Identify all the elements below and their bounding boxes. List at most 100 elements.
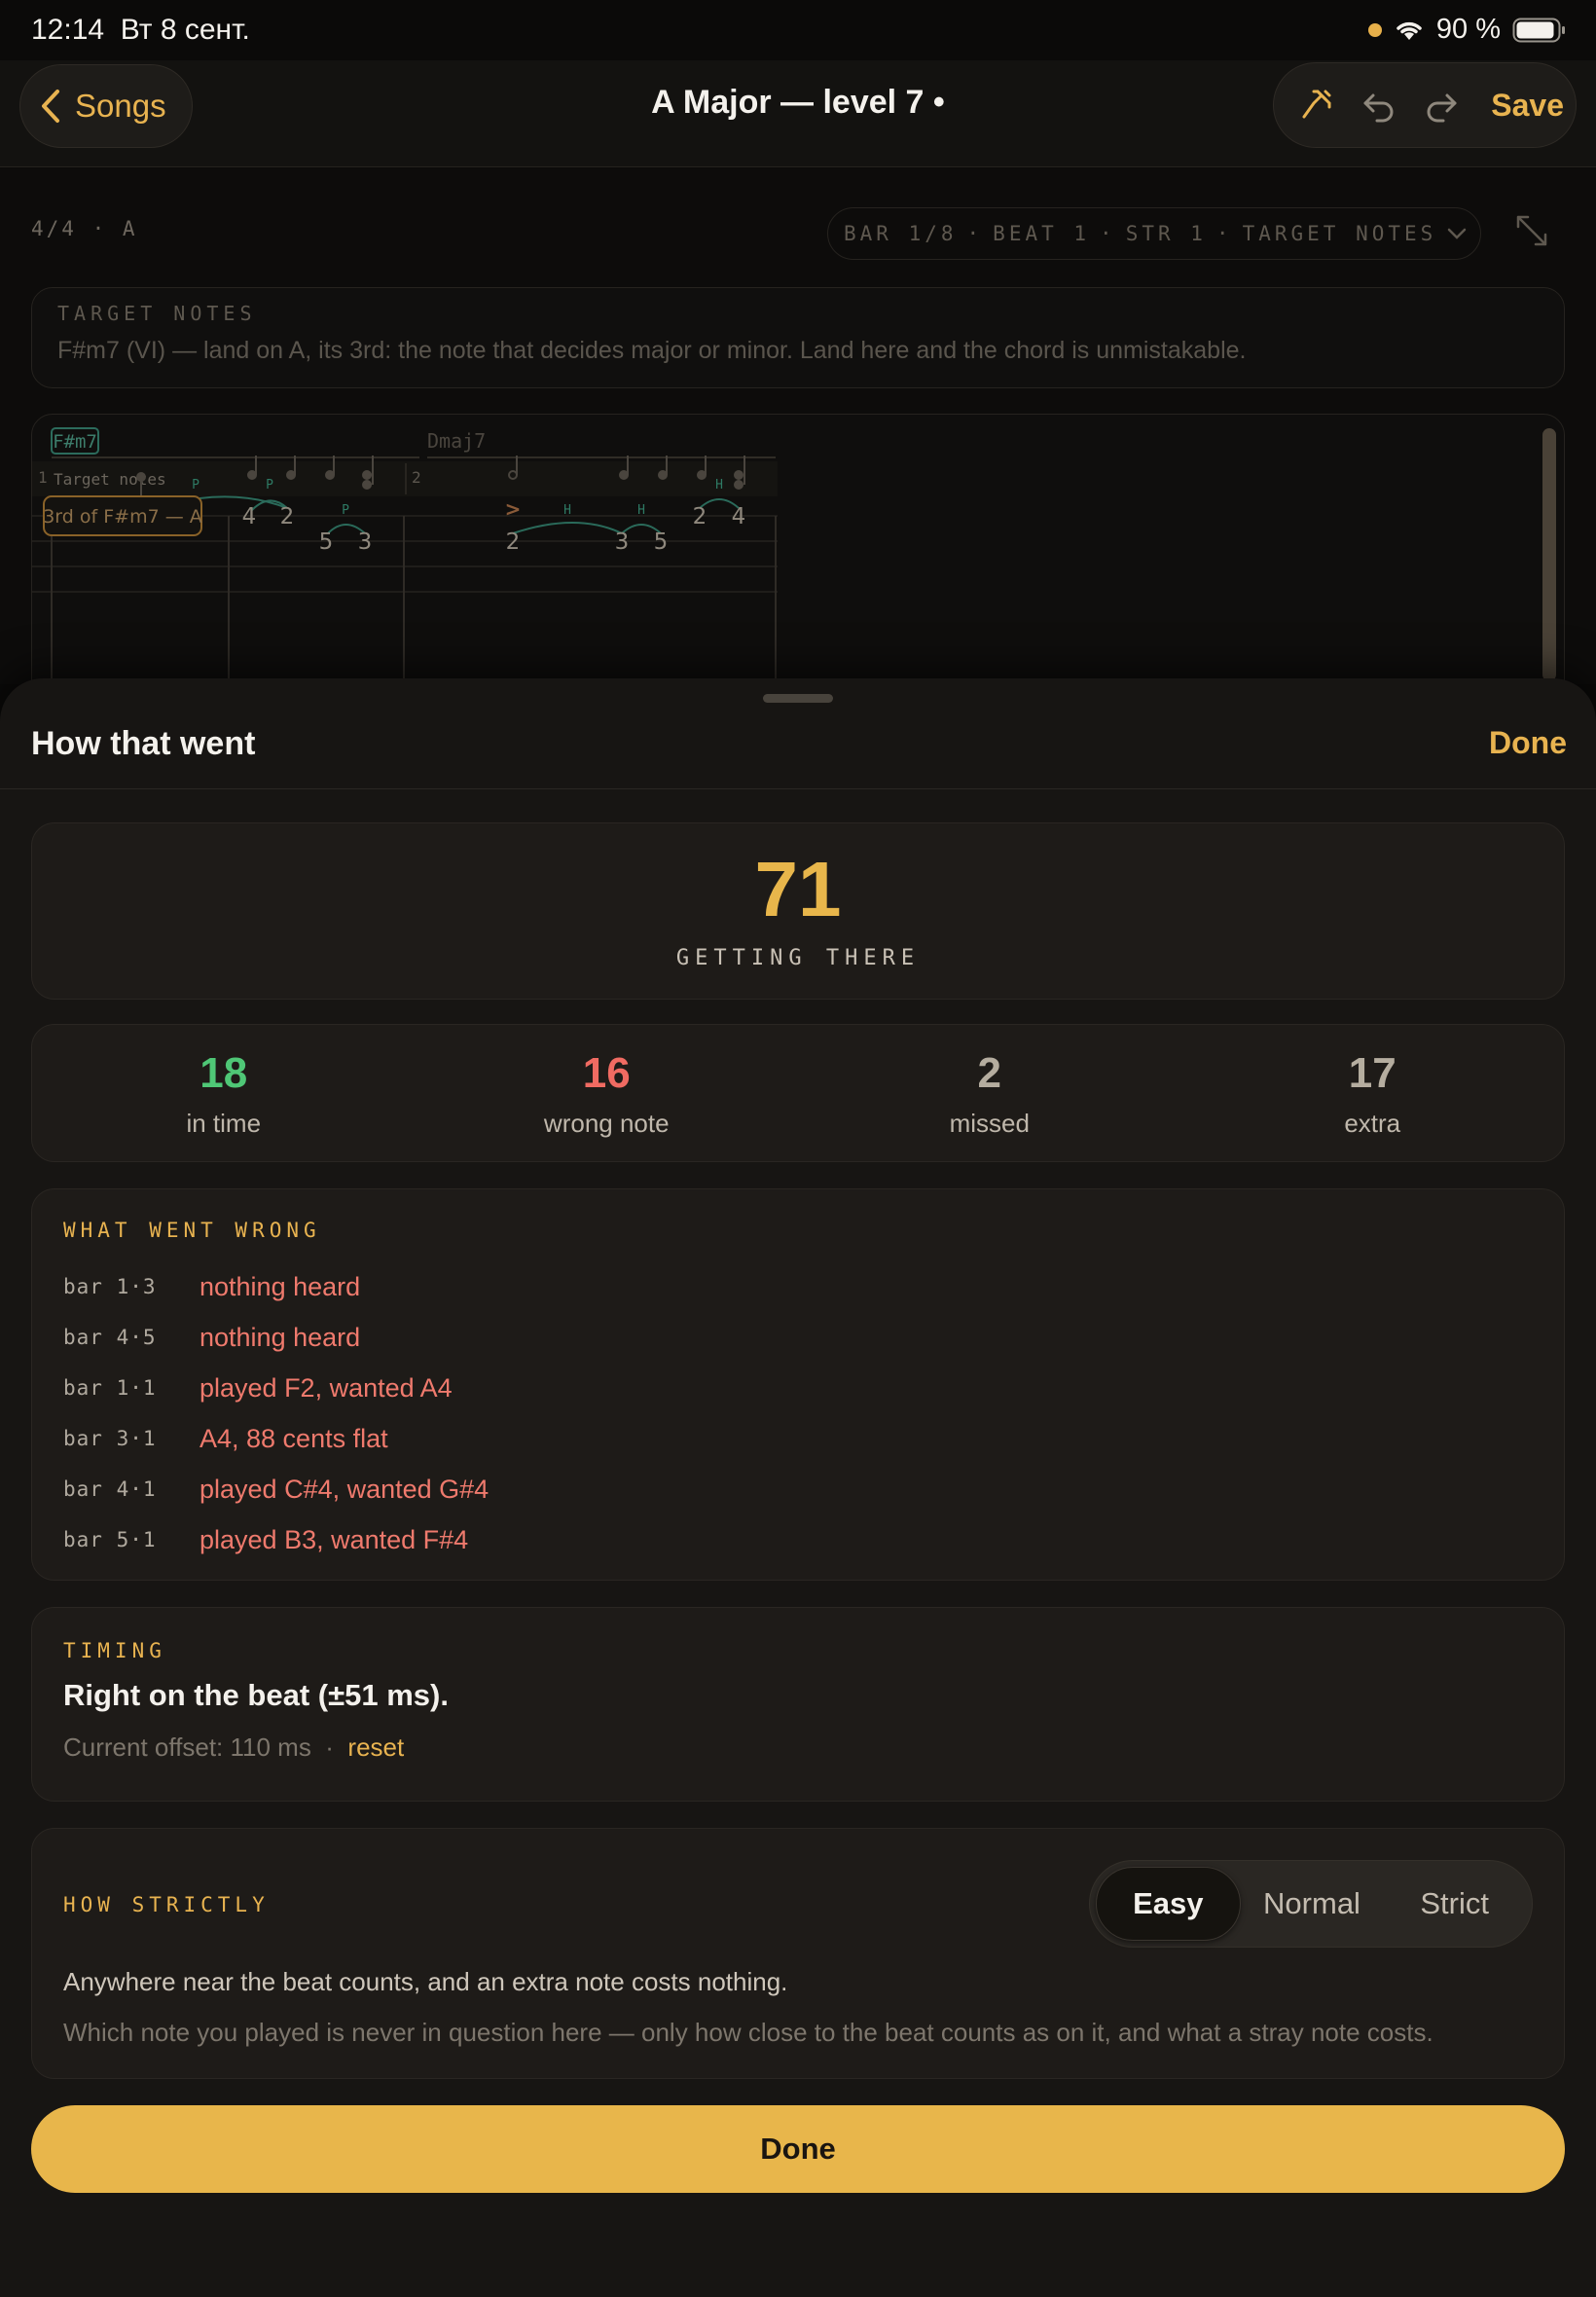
stat-value: 17 xyxy=(1348,1049,1396,1097)
svg-text:P: P xyxy=(266,478,273,492)
mistake-item[interactable]: bar 3·1 A4, 88 cents flat xyxy=(63,1413,1533,1464)
mistake-description: played F2, wanted A4 xyxy=(200,1372,453,1403)
recording-dot-icon xyxy=(1367,22,1382,37)
mistakes-list: bar 1·3 nothing heard bar 4·5 nothing he… xyxy=(63,1261,1533,1565)
time-key-signature: 4/4 · A xyxy=(31,217,138,240)
sheet-done-button[interactable]: Done xyxy=(1489,725,1567,761)
mistake-item[interactable]: bar 4·1 played C#4, wanted G#4 xyxy=(63,1464,1533,1514)
mistakes-label: WHAT WENT WRONG xyxy=(63,1219,321,1242)
strictness-note: Which note you played is never in questi… xyxy=(63,2018,1433,2047)
done-button[interactable]: Done xyxy=(31,2105,1565,2193)
battery-percent: 90 % xyxy=(1435,14,1501,45)
tab-editor: 4/4 · A BAR 1/8 · BEAT 1 · STR 1 · TARGE… xyxy=(0,168,1596,706)
wifi-icon xyxy=(1396,21,1422,40)
sheet-grabber[interactable] xyxy=(763,694,833,703)
stat-value: 16 xyxy=(582,1049,631,1097)
battery-icon xyxy=(1512,18,1565,42)
stat-label: extra xyxy=(1344,1109,1401,1138)
timing-label: TIMING xyxy=(63,1639,166,1662)
svg-text:5: 5 xyxy=(319,529,334,555)
strictness-label: HOW STRICTLY xyxy=(63,1893,270,1916)
undo-icon xyxy=(1363,93,1394,123)
redo-button[interactable] xyxy=(1421,82,1462,128)
chord-label-2: Dmaj7 xyxy=(427,429,486,453)
stat-in-time: 18 in time xyxy=(32,1025,416,1161)
strictness-segmented-control: Easy Normal Strict xyxy=(1089,1860,1533,1948)
strictness-description: Anywhere near the beat counts, and an ex… xyxy=(63,1967,788,1996)
stat-wrong-note: 16 wrong note xyxy=(416,1025,799,1161)
score-label: GETTING THERE xyxy=(675,946,921,970)
mistake-item[interactable]: bar 1·3 nothing heard xyxy=(63,1261,1533,1312)
stat-value: 18 xyxy=(200,1049,248,1097)
timing-card: TIMING Right on the beat (±51 ms). Curre… xyxy=(31,1607,1565,1802)
position-beat: BEAT 1 xyxy=(993,222,1091,245)
mistake-item[interactable]: bar 4·5 nothing heard xyxy=(63,1312,1533,1363)
mistake-position: bar 5·1 xyxy=(63,1528,157,1551)
tuning-fork-icon xyxy=(1302,90,1331,119)
mistake-description: nothing heard xyxy=(200,1322,361,1352)
position-selector[interactable]: BAR 1/8 · BEAT 1 · STR 1 · TARGET NOTES xyxy=(827,207,1481,260)
mistake-position: bar 4·1 xyxy=(63,1477,157,1501)
mistake-position: bar 4·5 xyxy=(63,1326,157,1349)
position-bar: BAR 1/8 xyxy=(844,222,958,245)
stat-label: missed xyxy=(949,1109,1030,1138)
target-notes-label: TARGET NOTES xyxy=(57,302,257,325)
nav-actions: Save xyxy=(1273,62,1577,148)
mistake-item[interactable]: bar 5·1 played B3, wanted F#4 xyxy=(63,1514,1533,1565)
expand-button[interactable] xyxy=(1512,211,1551,255)
redo-icon xyxy=(1427,93,1457,123)
svg-text:4: 4 xyxy=(732,504,746,529)
expand-icon xyxy=(1516,215,1547,246)
reset-offset-link[interactable]: reset xyxy=(347,1732,404,1762)
undo-button[interactable] xyxy=(1358,82,1398,128)
position-string: STR 1 xyxy=(1125,222,1207,245)
tuning-fork-button[interactable] xyxy=(1295,82,1336,128)
mistake-position: bar 1·1 xyxy=(63,1376,157,1400)
position-mode: TARGET NOTES xyxy=(1242,222,1437,245)
bar-title: Target notes xyxy=(54,470,166,489)
svg-text:P: P xyxy=(192,478,200,492)
svg-text:P: P xyxy=(342,503,349,518)
mistake-item[interactable]: bar 1·1 played F2, wanted A4 xyxy=(63,1363,1533,1413)
nav-bar: Songs A Major — level 7 • Save xyxy=(0,60,1596,167)
svg-text:H: H xyxy=(637,503,645,518)
chevron-down-icon xyxy=(1448,228,1467,239)
mistake-description: played C#4, wanted G#4 xyxy=(200,1474,490,1504)
mistakes-card: WHAT WENT WRONG bar 1·3 nothing heard ba… xyxy=(31,1188,1565,1581)
bar-number-1: 1 xyxy=(38,468,48,487)
mistake-position: bar 3·1 xyxy=(63,1427,157,1450)
timing-offset: Current offset: 110 ms xyxy=(63,1732,311,1762)
segment-strict[interactable]: Strict xyxy=(1383,1867,1526,1941)
svg-text:3: 3 xyxy=(615,529,630,555)
status-time: 12:14 Вт 8 сент. xyxy=(31,14,250,46)
status-right: 90 % xyxy=(1367,14,1567,46)
svg-text:5: 5 xyxy=(654,529,669,555)
svg-text:4: 4 xyxy=(242,504,257,529)
svg-text:3: 3 xyxy=(358,529,373,555)
stat-value: 2 xyxy=(977,1049,1001,1097)
segment-easy[interactable]: Easy xyxy=(1096,1867,1241,1941)
accent-mark: > xyxy=(505,497,522,521)
stat-extra: 17 extra xyxy=(1181,1025,1565,1161)
fret-numbers: 4 2 2 4 5 3 2 3 5 xyxy=(242,504,746,555)
stats-card: 18 in time 16 wrong note 2 missed 17 ext… xyxy=(31,1024,1565,1162)
svg-text:H: H xyxy=(563,503,571,518)
mistake-description: nothing heard xyxy=(200,1271,361,1301)
svg-text:H: H xyxy=(715,478,723,492)
results-sheet: How that went Done 71 GETTING THERE 18 i… xyxy=(0,678,1596,2297)
separator: · xyxy=(325,1732,334,1762)
stat-label: in time xyxy=(186,1109,262,1138)
timing-summary: Right on the beat (±51 ms). xyxy=(63,1678,449,1712)
chord-label-1: F#m7 xyxy=(53,431,97,453)
scrollbar[interactable] xyxy=(1542,428,1556,681)
sheet-title: How that went xyxy=(31,725,256,762)
save-button[interactable]: Save xyxy=(1491,88,1564,124)
sheet-header: How that went Done xyxy=(0,708,1596,789)
svg-text:2: 2 xyxy=(693,504,707,529)
note-callout: 3rd of F#m7 — A xyxy=(43,506,202,528)
segment-normal[interactable]: Normal xyxy=(1241,1867,1384,1941)
tab-staff[interactable]: F#m7 Dmaj7 1 Target notes 2 P P P H H H … xyxy=(31,414,1565,706)
status-bar: 12:14 Вт 8 сент. 90 % xyxy=(0,0,1596,60)
score-value: 71 xyxy=(754,846,842,932)
timing-offset-row: Current offset: 110 ms · reset xyxy=(63,1732,1533,1763)
